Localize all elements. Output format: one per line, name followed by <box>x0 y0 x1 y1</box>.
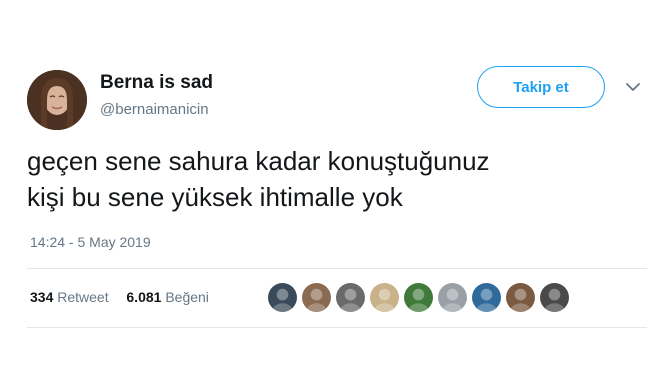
retweet-count: 334 <box>30 289 54 305</box>
liker-avatar[interactable] <box>336 283 365 312</box>
liker-avatars <box>268 283 569 313</box>
tweet-stats: 334 Retweet 6.081 Beğeni <box>30 289 209 305</box>
user-handle[interactable]: @bernaimanicin <box>100 101 209 118</box>
tweet-card: Berna is sad @bernaimanicin Takip et geç… <box>0 0 672 378</box>
chevron-down-icon[interactable] <box>625 80 641 94</box>
display-name[interactable]: Berna is sad <box>100 72 213 94</box>
liker-avatar[interactable] <box>404 283 433 312</box>
retweet-stat[interactable]: 334 Retweet <box>30 289 113 305</box>
tweet-timestamp[interactable]: 14:24 - 5 May 2019 <box>30 234 151 250</box>
tweet-text-line: kişi bu sene yüksek ihtimalle yok <box>27 182 403 212</box>
liker-avatar[interactable] <box>438 283 467 312</box>
liker-avatar[interactable] <box>506 283 535 312</box>
avatar-image <box>27 70 87 130</box>
avatar[interactable] <box>27 70 87 130</box>
divider <box>27 268 647 269</box>
tweet-text-line: geçen sene sahura kadar konuştuğunuz <box>27 146 490 176</box>
follow-button[interactable]: Takip et <box>477 66 605 108</box>
liker-avatar[interactable] <box>472 283 501 312</box>
liker-avatar[interactable] <box>302 283 331 312</box>
retweet-label: Retweet <box>57 289 109 305</box>
like-count: 6.081 <box>126 289 162 305</box>
like-stat[interactable]: 6.081 Beğeni <box>126 289 209 305</box>
divider <box>27 327 647 328</box>
tweet-text: geçen sene sahura kadar konuştuğunuz kiş… <box>27 143 647 215</box>
liker-avatar[interactable] <box>370 283 399 312</box>
like-label: Beğeni <box>165 289 209 305</box>
liker-avatar[interactable] <box>540 283 569 312</box>
liker-avatar[interactable] <box>268 283 297 312</box>
